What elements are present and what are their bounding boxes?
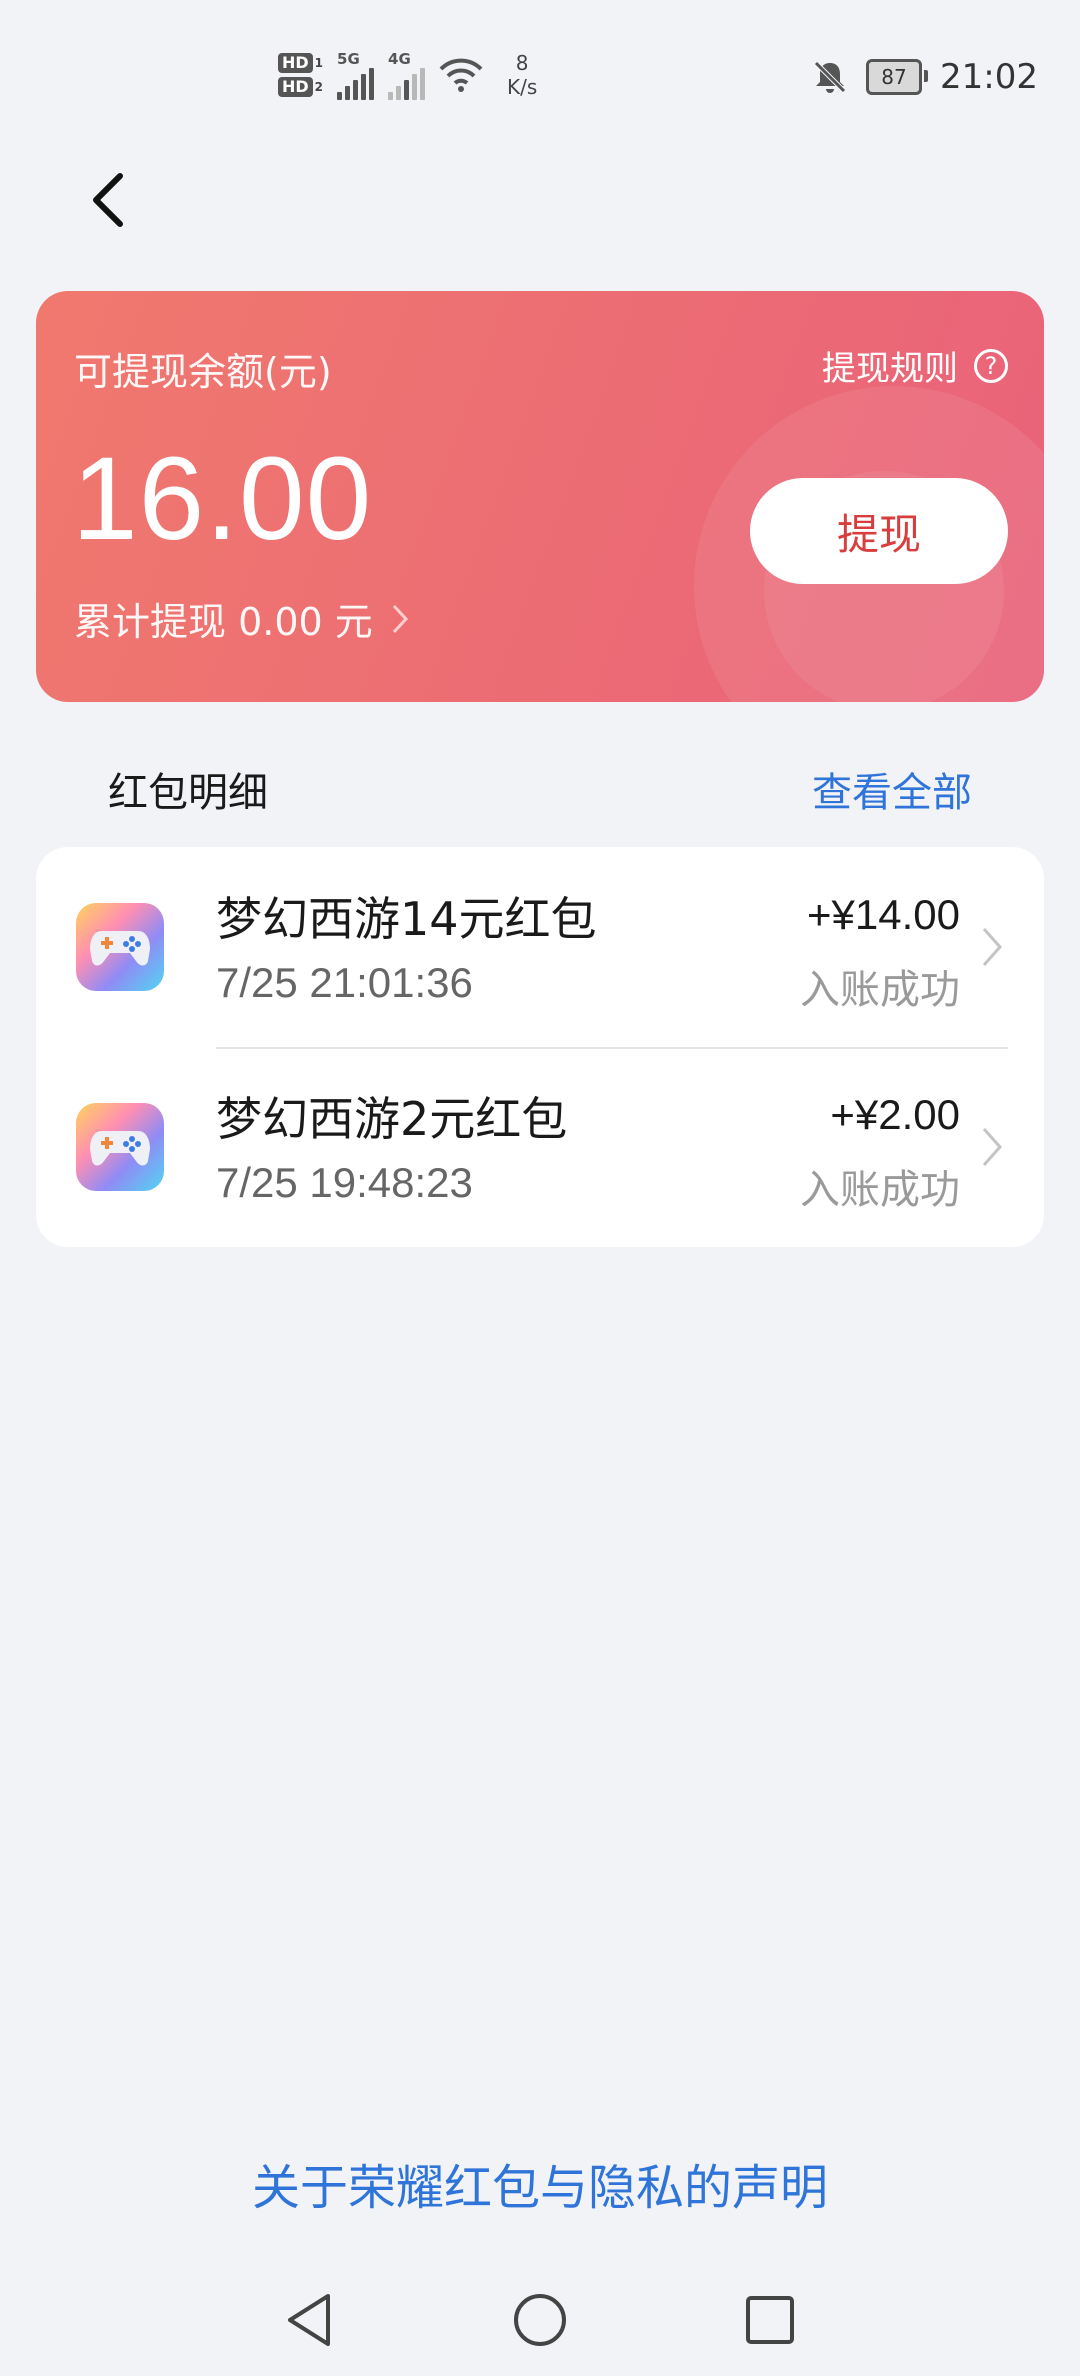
total-withdrawn-label: 累计提现 0.00 元	[74, 600, 373, 644]
signal-2: 4G	[388, 50, 426, 100]
signal-icon	[388, 68, 426, 100]
record-title: 梦幻西游14元红包	[216, 892, 597, 946]
withdraw-button[interactable]: 提现	[750, 478, 1008, 584]
hd1-label: HD	[278, 53, 313, 73]
home-circle-icon[interactable]	[508, 2288, 572, 2352]
wifi-icon	[439, 58, 483, 92]
chevron-right-icon	[982, 1128, 1003, 1166]
back-button[interactable]	[78, 160, 138, 240]
privacy-statement-link[interactable]: 关于荣耀红包与隐私的声明	[0, 2148, 1080, 2218]
section-title: 红包明细	[108, 770, 268, 816]
clock: 21:02	[940, 57, 1038, 97]
record-amount: +¥2.00	[830, 1091, 960, 1138]
chevron-right-icon	[392, 604, 408, 633]
bell-off-icon	[814, 61, 846, 93]
balance-amount: 16.00	[72, 433, 373, 565]
battery-level: 87	[881, 65, 907, 89]
signal-1: 5G	[337, 50, 375, 100]
status-bar: HD 1 HD 2 5G 4G 8 K/s 87 21:02	[0, 0, 1080, 140]
net1-label: 5G	[337, 50, 360, 68]
row-divider	[216, 1047, 1008, 1049]
record-title: 梦幻西游2元红包	[216, 1092, 568, 1146]
game-controller-icon	[76, 903, 164, 991]
records-list: 梦幻西游14元红包 7/25 21:01:36 +¥14.00 入账成功 梦幻西…	[36, 847, 1044, 1247]
system-nav-bar	[0, 2268, 1080, 2368]
back-arrow-icon	[93, 173, 123, 227]
hd2-sub: 2	[314, 80, 324, 94]
chevron-right-icon	[982, 928, 1003, 966]
net-speed: 8 K/s	[507, 51, 537, 99]
battery-icon: 87	[866, 59, 929, 95]
hd-indicators: HD 1 HD 2	[278, 53, 323, 97]
speed-unit: K/s	[507, 75, 538, 99]
status-left: HD 1 HD 2 5G 4G 8 K/s	[278, 40, 537, 110]
record-status: 入账成功	[800, 967, 960, 1013]
record-time: 7/25 19:48:23	[216, 1159, 473, 1206]
total-withdrawn-link[interactable]: 累计提现 0.00 元	[74, 591, 409, 646]
record-amount: +¥14.00	[807, 891, 960, 938]
hd1-sub: 1	[314, 56, 324, 70]
hd2-badge: HD 2	[278, 77, 323, 97]
hd2-label: HD	[278, 77, 313, 97]
list-item[interactable]: 梦幻西游14元红包 7/25 21:01:36 +¥14.00 入账成功	[36, 847, 1044, 1047]
back-triangle-icon[interactable]	[278, 2288, 342, 2352]
record-status: 入账成功	[800, 1167, 960, 1213]
withdraw-rules-link[interactable]: 提现规则 ?	[822, 341, 1008, 390]
recent-square-icon[interactable]	[738, 2288, 802, 2352]
status-right: 87 21:02	[812, 52, 1038, 102]
rules-label: 提现规则	[822, 349, 958, 389]
speed-value: 8	[515, 51, 529, 75]
net2-label: 4G	[388, 50, 411, 68]
list-item[interactable]: 梦幻西游2元红包 7/25 19:48:23 +¥2.00 入账成功	[36, 1047, 1044, 1247]
record-time: 7/25 21:01:36	[216, 959, 473, 1006]
balance-label: 可提现余额(元)	[74, 350, 332, 394]
view-all-link[interactable]: 查看全部	[812, 760, 972, 818]
page: HD 1 HD 2 5G 4G 8 K/s 87 21:02 可提现余额(元) …	[0, 0, 1080, 2376]
signal-icon	[337, 68, 375, 100]
game-controller-icon	[76, 1103, 164, 1191]
hd1-badge: HD 1	[278, 53, 323, 73]
balance-card: 可提现余额(元) 提现规则 ? 16.00 累计提现 0.00 元 提现	[36, 291, 1044, 702]
help-icon: ?	[974, 348, 1008, 383]
